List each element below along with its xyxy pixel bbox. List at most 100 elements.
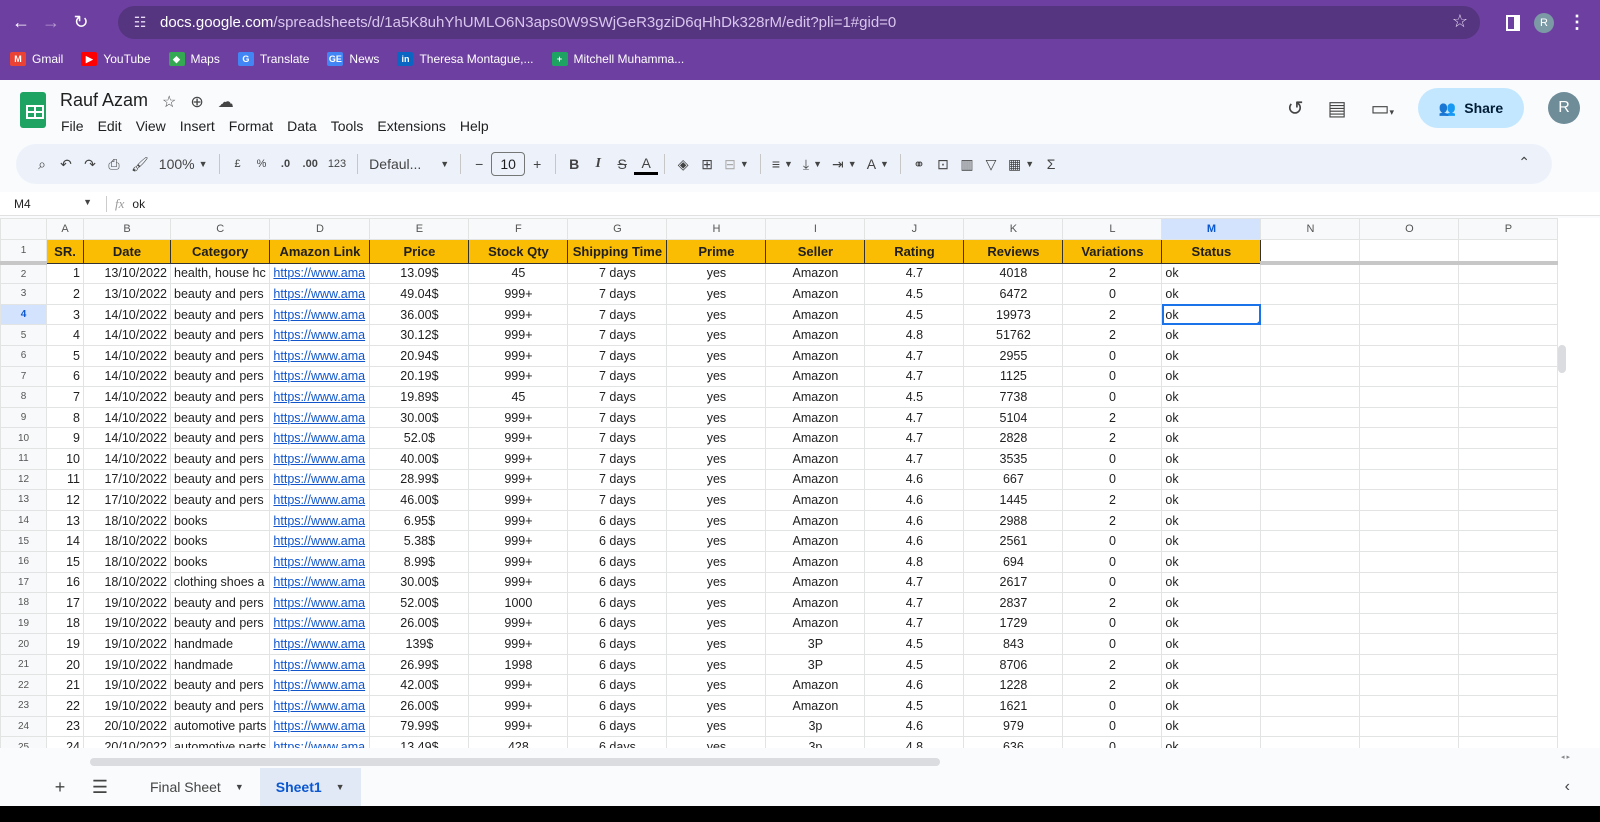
cell-j23[interactable]: 4.5: [864, 695, 965, 717]
empty-cell[interactable]: [1260, 344, 1361, 367]
cell-b20[interactable]: 19/10/2022: [83, 633, 171, 655]
cell-d7[interactable]: https://www.ama: [269, 365, 371, 388]
cell-l21[interactable]: 2: [1062, 653, 1163, 676]
column-header-f[interactable]: F: [468, 218, 569, 240]
header-cell[interactable]: Variations: [1062, 238, 1163, 264]
cell-l10[interactable]: 2: [1062, 427, 1163, 449]
cell-k12[interactable]: 667: [963, 468, 1064, 491]
cell-b23[interactable]: 19/10/2022: [83, 695, 171, 717]
cell-l4[interactable]: 2: [1062, 303, 1163, 326]
cell-a15[interactable]: 14: [46, 530, 84, 552]
cell-e8[interactable]: 19.89$: [369, 386, 470, 408]
cell-l16[interactable]: 0: [1062, 550, 1163, 573]
cell-k7[interactable]: 1125: [963, 365, 1064, 388]
cell-j3[interactable]: 4.5: [864, 283, 965, 305]
menu-edit[interactable]: Edit: [91, 116, 129, 136]
cell-b19[interactable]: 19/10/2022: [83, 612, 171, 635]
cell-g24[interactable]: 6 days: [567, 715, 668, 738]
cell-m2[interactable]: ok: [1161, 262, 1262, 285]
cell-m14[interactable]: ok: [1161, 509, 1262, 532]
cell-k16[interactable]: 694: [963, 550, 1064, 573]
header-cell[interactable]: Seller: [765, 238, 866, 264]
row-header[interactable]: 2: [0, 262, 47, 285]
fill-handle[interactable]: [1257, 321, 1260, 324]
cell-m15[interactable]: ok: [1161, 530, 1262, 552]
cell-j7[interactable]: 4.7: [864, 365, 965, 388]
cell-m25[interactable]: ok: [1161, 736, 1262, 748]
cell-i25[interactable]: 3p: [765, 736, 866, 748]
cell-a18[interactable]: 17: [46, 592, 84, 614]
cell-l13[interactable]: 2: [1062, 489, 1163, 511]
row-header[interactable]: 22: [0, 674, 47, 697]
cell-j5[interactable]: 4.8: [864, 324, 965, 346]
empty-cell[interactable]: [1359, 262, 1460, 285]
cell-e3[interactable]: 49.04$: [369, 283, 470, 305]
cell-h21[interactable]: yes: [666, 653, 767, 676]
cell-f14[interactable]: 999+: [468, 509, 569, 532]
cell-l9[interactable]: 2: [1062, 406, 1163, 429]
amazon-link[interactable]: https://www.ama: [273, 616, 365, 630]
cell-m20[interactable]: ok: [1161, 633, 1262, 655]
amazon-link[interactable]: https://www.ama: [273, 555, 365, 569]
decrease-font-size-button[interactable]: −: [467, 150, 491, 178]
scroll-arrows-icon[interactable]: ◂ ▸: [1561, 753, 1570, 761]
row-header[interactable]: 7: [0, 365, 47, 388]
bookmark-1[interactable]: ▶ YouTube: [81, 52, 151, 66]
menu-file[interactable]: File: [54, 116, 91, 136]
cell-e6[interactable]: 20.94$: [369, 344, 470, 367]
cell-m8[interactable]: ok: [1161, 386, 1262, 408]
cell-i4[interactable]: Amazon: [765, 303, 866, 326]
cell-c8[interactable]: beauty and pers: [169, 386, 271, 408]
cell-i7[interactable]: Amazon: [765, 365, 866, 388]
zoom-select[interactable]: 100% ▼: [154, 150, 213, 178]
cell-i21[interactable]: 3P: [765, 653, 866, 676]
cell-f25[interactable]: 428: [468, 736, 569, 748]
document-title[interactable]: Rauf Azam: [60, 90, 148, 111]
cell-m7[interactable]: ok: [1161, 365, 1262, 388]
cell-l18[interactable]: 2: [1062, 592, 1163, 614]
cell-c15[interactable]: books: [169, 530, 271, 552]
cell-i24[interactable]: 3p: [765, 715, 866, 738]
cell-c14[interactable]: books: [169, 509, 271, 532]
cell-e11[interactable]: 40.00$: [369, 447, 470, 470]
cell-d8[interactable]: https://www.ama: [269, 386, 371, 408]
cell-l20[interactable]: 0: [1062, 633, 1163, 655]
cell-l7[interactable]: 0: [1062, 365, 1163, 388]
empty-cell[interactable]: [1359, 324, 1460, 346]
all-sheets-icon[interactable]: ☰: [80, 777, 120, 798]
cell-g4[interactable]: 7 days: [567, 303, 668, 326]
amazon-link[interactable]: https://www.ama: [273, 390, 365, 404]
amazon-link[interactable]: https://www.ama: [273, 637, 365, 651]
empty-cell[interactable]: [1260, 262, 1361, 285]
column-header-i[interactable]: I: [765, 218, 866, 240]
empty-cell[interactable]: [1260, 530, 1361, 552]
cell-b5[interactable]: 14/10/2022: [83, 324, 171, 346]
cell-g22[interactable]: 6 days: [567, 674, 668, 697]
menu-view[interactable]: View: [129, 116, 173, 136]
cell-j21[interactable]: 4.5: [864, 653, 965, 676]
cell-d11[interactable]: https://www.ama: [269, 447, 371, 470]
row-header[interactable]: 10: [0, 427, 47, 449]
empty-cell[interactable]: [1359, 592, 1460, 614]
increase-decimal-button[interactable]: .00: [298, 150, 323, 178]
cell-g17[interactable]: 6 days: [567, 571, 668, 594]
cell-a17[interactable]: 16: [46, 571, 84, 594]
cell-d25[interactable]: https://www.ama: [269, 736, 371, 748]
empty-cell[interactable]: [1458, 283, 1559, 305]
cell-j25[interactable]: 4.8: [864, 736, 965, 748]
cell-b15[interactable]: 18/10/2022: [83, 530, 171, 552]
select-all-corner[interactable]: [0, 218, 47, 240]
empty-cell[interactable]: [1359, 447, 1460, 470]
cell-j8[interactable]: 4.5: [864, 386, 965, 408]
cell-m11[interactable]: ok: [1161, 447, 1262, 470]
empty-cell[interactable]: [1359, 633, 1460, 655]
vertical-scrollbar[interactable]: [1558, 345, 1566, 373]
bookmark-4[interactable]: GE News: [327, 52, 379, 66]
cell-j13[interactable]: 4.6: [864, 489, 965, 511]
cell-i19[interactable]: Amazon: [765, 612, 866, 635]
empty-cell[interactable]: [1260, 571, 1361, 594]
cell-e7[interactable]: 20.19$: [369, 365, 470, 388]
cell-f7[interactable]: 999+: [468, 365, 569, 388]
empty-cell[interactable]: [1458, 324, 1559, 346]
amazon-link[interactable]: https://www.ama: [273, 452, 365, 466]
